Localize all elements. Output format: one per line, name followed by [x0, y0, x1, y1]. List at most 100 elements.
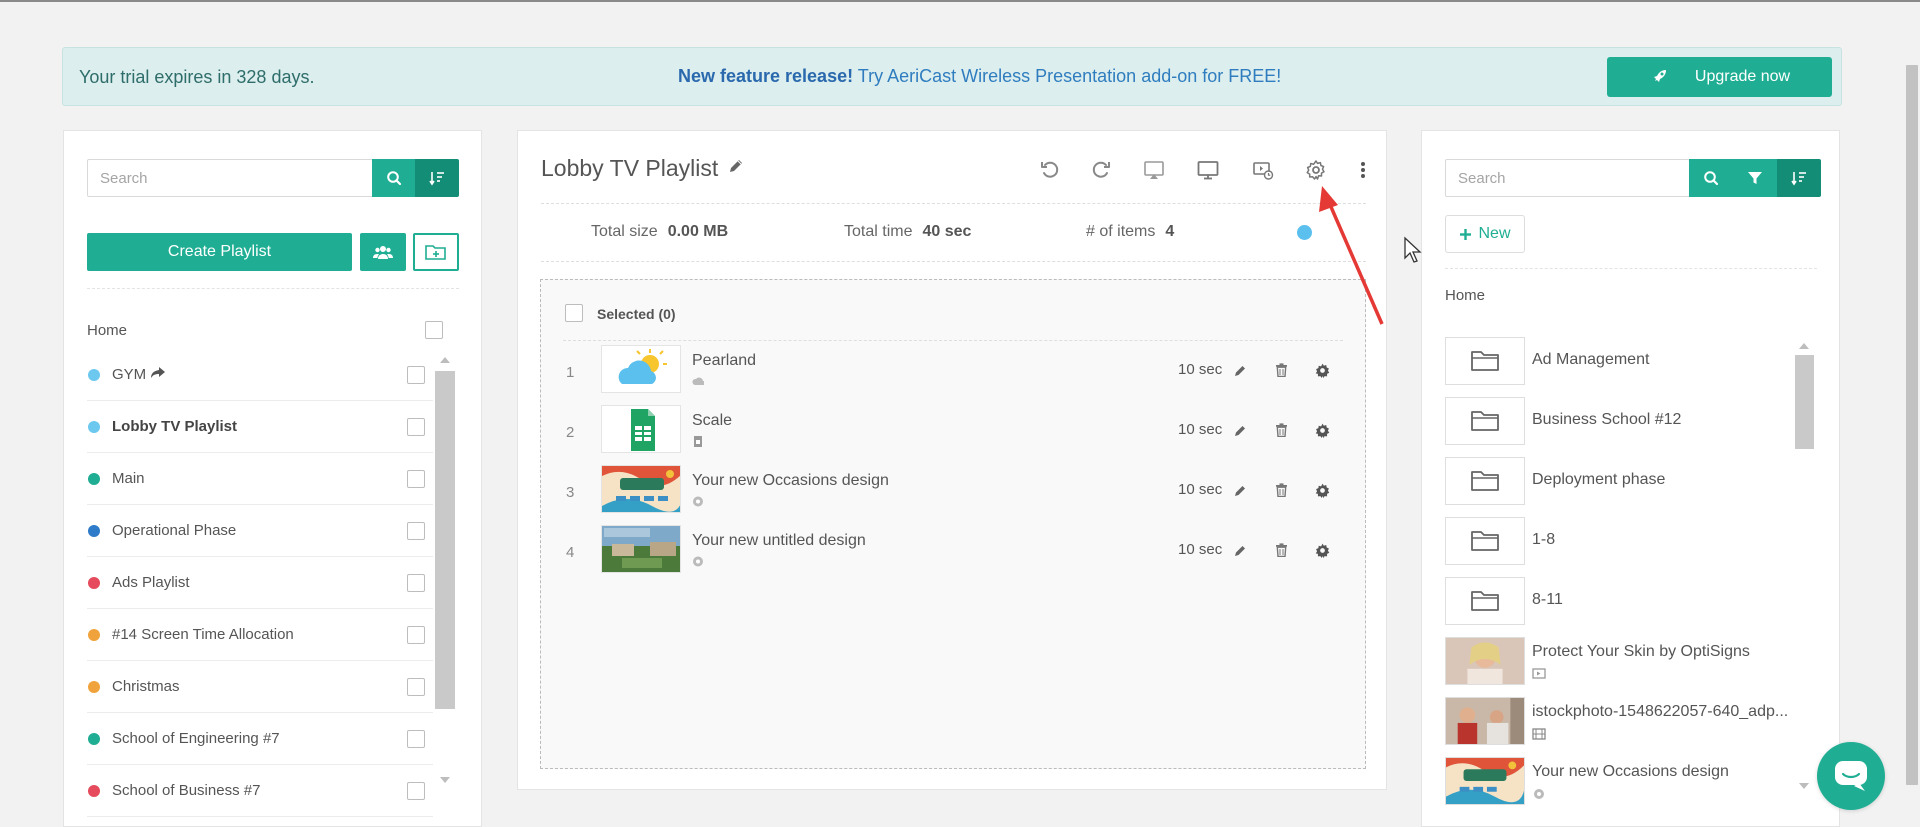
item-duration[interactable]: 10 sec — [1178, 421, 1222, 438]
playlist-item[interactable]: Operational Phase — [87, 505, 433, 557]
edit-duration-button[interactable] — [1231, 421, 1249, 439]
scroll-down-arrow[interactable] — [440, 777, 450, 783]
library-scrollbar[interactable] — [1794, 339, 1814, 809]
item-settings-button[interactable] — [1313, 361, 1331, 379]
library-folder[interactable]: 1-8 — [1445, 517, 1785, 565]
library-folder[interactable]: Deployment phase — [1445, 457, 1785, 505]
live-chat-button[interactable] — [1817, 742, 1885, 810]
playlist-checkbox[interactable] — [407, 678, 425, 696]
playlist-scrollbar[interactable] — [435, 353, 455, 813]
scroll-up-arrow[interactable] — [1799, 343, 1809, 349]
library-folder[interactable]: 8-11 — [1445, 577, 1785, 625]
media-thumbnail — [1445, 637, 1525, 685]
playlist-item[interactable]: Ads Playlist — [87, 557, 433, 609]
playlist-checkbox[interactable] — [407, 522, 425, 540]
search-icon — [1704, 171, 1719, 186]
playlist-checkbox[interactable] — [407, 574, 425, 592]
delete-item-button[interactable] — [1272, 541, 1290, 559]
plus-icon — [1460, 228, 1472, 240]
separator — [541, 261, 1366, 262]
stat-item-count: # of items 4 — [1086, 223, 1174, 241]
library-sort-button[interactable] — [1777, 159, 1821, 197]
undo-button[interactable] — [1037, 157, 1063, 183]
item-settings-button[interactable] — [1313, 541, 1331, 559]
edit-duration-button[interactable] — [1231, 481, 1249, 499]
cast-button[interactable] — [1141, 157, 1167, 183]
redo-button[interactable] — [1088, 157, 1114, 183]
new-folder-button[interactable] — [413, 233, 459, 271]
library-home-breadcrumb[interactable]: Home — [1445, 287, 1485, 304]
feature-announcement[interactable]: New feature release! Try AeriCast Wirele… — [678, 66, 1281, 87]
playlist-item[interactable]: Christmas — [87, 661, 433, 713]
playlist-item-row[interactable]: 2 Scale 10 sec — [561, 402, 1341, 462]
playlist-search-input[interactable] — [87, 159, 373, 197]
schedule-playlist-button[interactable] — [1250, 157, 1276, 183]
scroll-up-arrow[interactable] — [440, 357, 450, 363]
item-thumbnail — [601, 465, 681, 513]
edit-title-pencil-icon[interactable] — [728, 158, 744, 174]
undo-icon — [1041, 161, 1059, 178]
trial-text: Your trial expires in 328 days. — [79, 67, 315, 87]
scroll-down-arrow[interactable] — [1799, 783, 1809, 789]
select-all-items-checkbox[interactable] — [565, 304, 583, 322]
playlist-checkbox[interactable] — [407, 626, 425, 644]
library-media-item[interactable]: istockphoto-1548622057-640_adp... — [1445, 697, 1788, 745]
playlist-item-row[interactable]: 3 Your new Occasions design 10 sec — [561, 462, 1341, 522]
playlist-items-dropzone[interactable]: Selected (0) 1 Pearland 10 sec 2 Scale 10 sec… — [540, 279, 1366, 769]
preview-screen-button[interactable] — [1195, 157, 1221, 183]
feature-text: Try AeriCast Wireless Presentation add-o… — [853, 66, 1282, 86]
scroll-thumb[interactable] — [435, 371, 455, 709]
item-duration[interactable]: 10 sec — [1178, 541, 1222, 558]
playlist-checkbox[interactable] — [407, 418, 425, 436]
feature-bold: New feature release! — [678, 66, 854, 86]
playlist-item[interactable]: Main — [87, 453, 433, 505]
page-scrollbar[interactable] — [1906, 65, 1918, 785]
pencil-icon — [1234, 425, 1245, 436]
item-duration[interactable]: 10 sec — [1178, 361, 1222, 378]
playlist-checkbox[interactable] — [407, 366, 425, 384]
item-settings-button[interactable] — [1313, 481, 1331, 499]
create-playlist-button[interactable]: Create Playlist — [87, 233, 352, 271]
playlist-checkbox[interactable] — [407, 782, 425, 800]
item-name: Scale — [692, 412, 733, 429]
playlist-item[interactable]: Lobby TV Playlist — [87, 401, 433, 453]
library-filter-button[interactable] — [1733, 159, 1777, 197]
folder-thumbnail — [1445, 337, 1525, 385]
delete-item-button[interactable] — [1272, 361, 1290, 379]
shared-users-button[interactable] — [360, 233, 406, 271]
playlist-item[interactable]: #14 Screen Time Allocation — [87, 609, 433, 661]
playlist-search-button[interactable] — [372, 159, 415, 197]
item-settings-button[interactable] — [1313, 421, 1331, 439]
media-thumbnail — [1445, 757, 1525, 805]
item-duration[interactable]: 10 sec — [1178, 481, 1222, 498]
item-index: 3 — [566, 484, 575, 501]
library-search-button[interactable] — [1689, 159, 1733, 197]
item-type-icon — [692, 434, 704, 447]
library-media-item[interactable]: Your new Occasions design — [1445, 757, 1785, 805]
library-folder[interactable]: Business School #12 — [1445, 397, 1785, 445]
playlist-item[interactable]: School of Engineering #7 — [87, 713, 433, 765]
playlist-checkbox[interactable] — [407, 730, 425, 748]
new-asset-button[interactable]: New — [1445, 215, 1525, 253]
playlist-item-row[interactable]: 1 Pearland 10 sec — [561, 342, 1341, 402]
select-all-checkbox[interactable] — [425, 321, 443, 339]
playlist-item[interactable]: School of Business #7 — [87, 765, 433, 817]
playlist-item-row[interactable]: 4 Your new untitled design 10 sec — [561, 522, 1341, 582]
scroll-thumb[interactable] — [1795, 355, 1814, 449]
library-media-item[interactable]: Protect Your Skin by OptiSigns — [1445, 637, 1785, 685]
upgrade-now-button[interactable]: Upgrade now — [1607, 57, 1832, 97]
stat-total-time: Total time 40 sec — [844, 223, 971, 241]
monitor-icon — [1197, 161, 1219, 180]
edit-duration-button[interactable] — [1231, 361, 1249, 379]
playlist-item[interactable]: GYM — [87, 349, 433, 401]
library-folder[interactable]: Ad Management — [1445, 337, 1785, 385]
playlist-sort-button[interactable] — [415, 159, 459, 197]
playlist-color-dot — [88, 629, 100, 641]
edit-duration-button[interactable] — [1231, 541, 1249, 559]
playlist-checkbox[interactable] — [407, 470, 425, 488]
home-breadcrumb[interactable]: Home — [87, 322, 127, 339]
library-search-input[interactable] — [1445, 159, 1690, 197]
delete-item-button[interactable] — [1272, 421, 1290, 439]
delete-item-button[interactable] — [1272, 481, 1290, 499]
folder-icon — [1471, 531, 1499, 551]
